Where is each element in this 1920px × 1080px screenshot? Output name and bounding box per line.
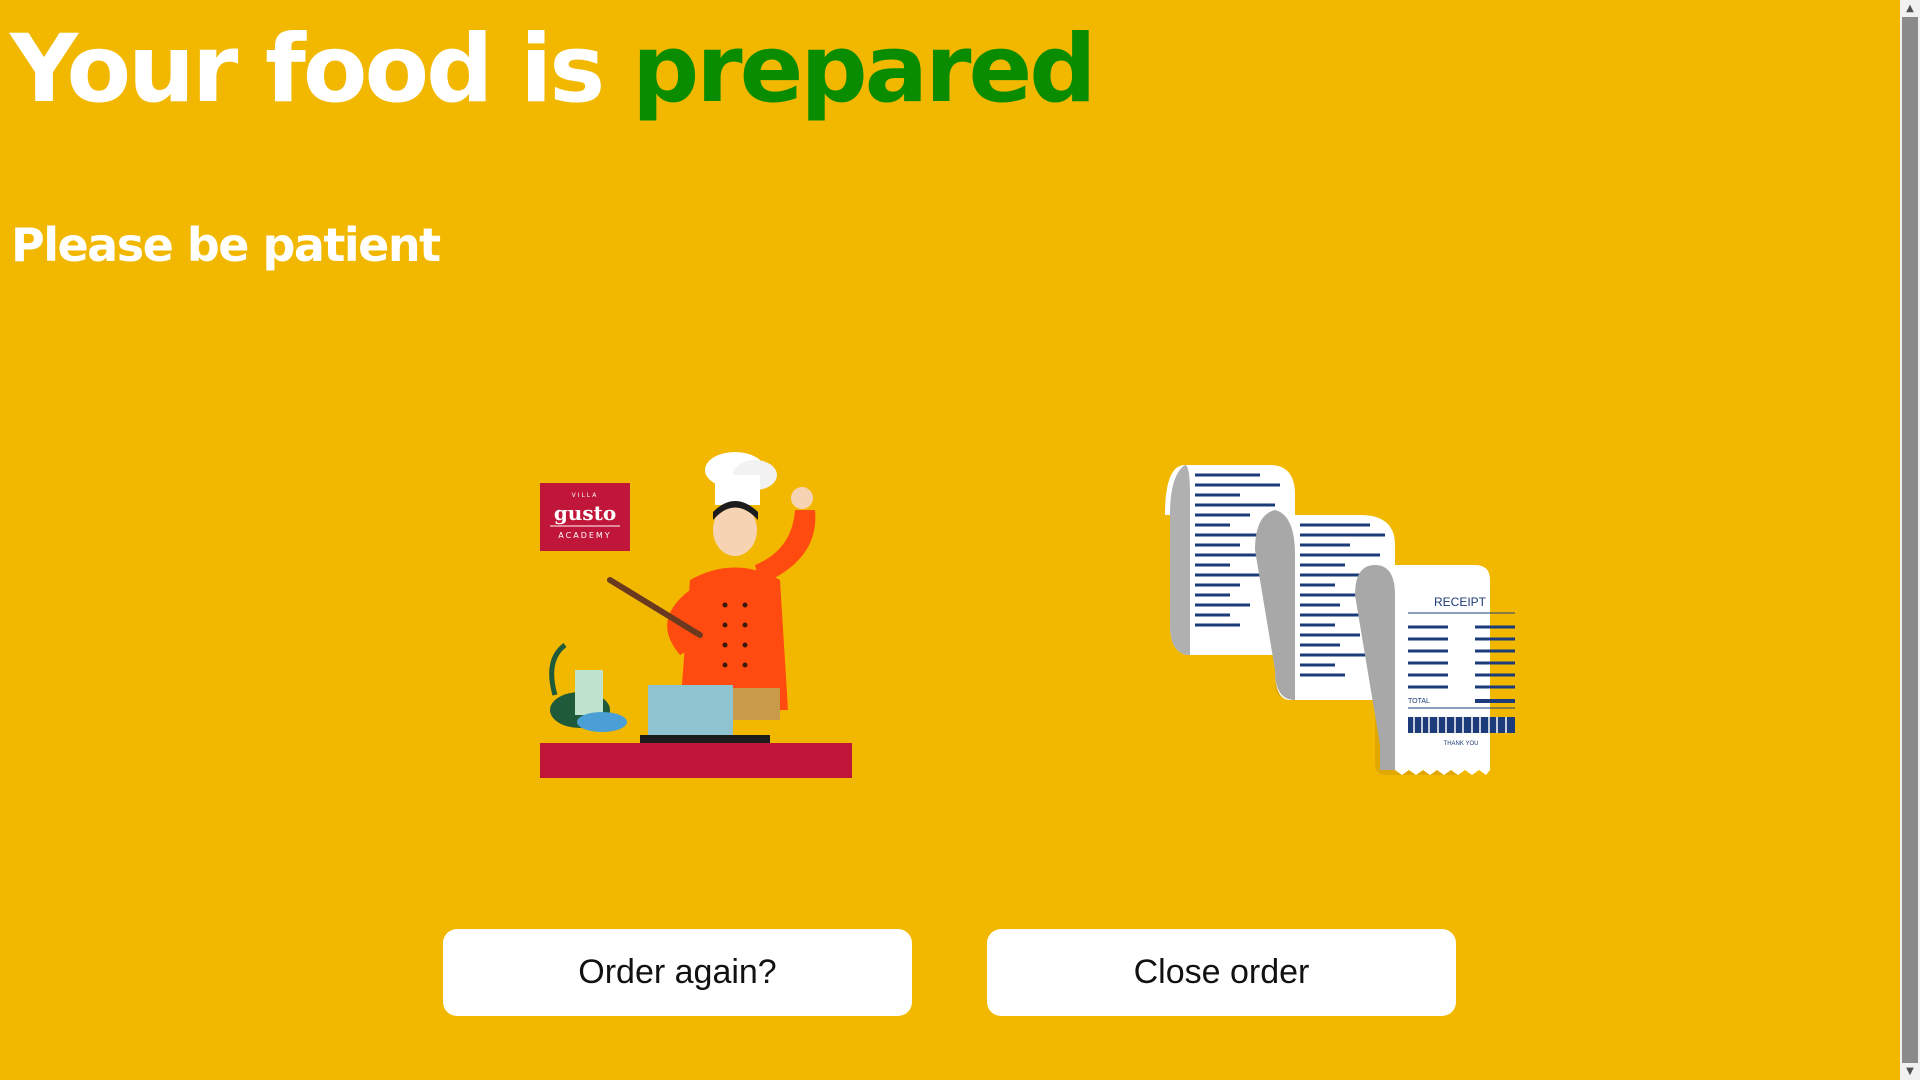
receipt-illustration: RECEIPT TOTAL THANK YOU xyxy=(1130,455,1530,785)
chef-cooking-illustration: VILLA gusto ACADEMY xyxy=(530,440,860,780)
logo-line1: VILLA xyxy=(572,492,599,499)
logo-line2: gusto xyxy=(554,501,616,525)
receipt-heading: RECEIPT xyxy=(1434,595,1487,609)
scrollbar-thumb[interactable] xyxy=(1902,17,1918,1063)
scroll-up-arrow-icon[interactable]: ▲ xyxy=(1900,0,1920,17)
order-status-page: Your food is prepared Please be patient … xyxy=(0,0,1900,1080)
gusto-academy-logo: VILLA gusto ACADEMY xyxy=(540,483,630,551)
logo-line3: ACADEMY xyxy=(558,531,611,540)
receipt-total-label: TOTAL xyxy=(1408,698,1430,705)
receipt-barcode xyxy=(1408,717,1515,733)
vertical-scrollbar[interactable]: ▲ ▼ xyxy=(1900,0,1920,1080)
page-title: Your food is prepared xyxy=(10,15,1097,124)
order-again-button[interactable]: Order again? xyxy=(443,929,912,1016)
title-highlight: prepared xyxy=(631,15,1097,124)
close-order-button[interactable]: Close order xyxy=(987,929,1456,1016)
page-subtitle: Please be patient xyxy=(11,218,441,272)
title-prefix: Your food is xyxy=(10,15,632,124)
scroll-down-arrow-icon[interactable]: ▼ xyxy=(1900,1063,1920,1080)
receipt-footer: THANK YOU xyxy=(1444,741,1479,747)
